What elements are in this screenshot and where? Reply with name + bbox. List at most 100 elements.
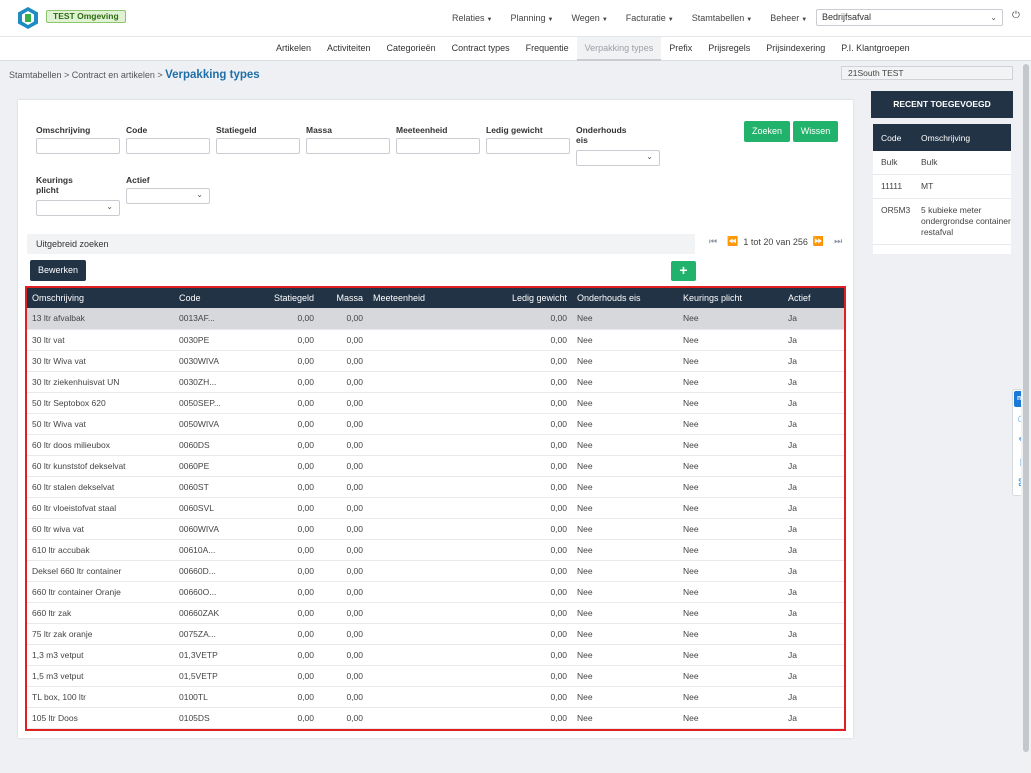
tab-activiteiten[interactable]: Activiteiten xyxy=(319,37,379,61)
recent-header-row: Code Omschrijving xyxy=(873,124,1011,151)
prev-page-icon[interactable]: ⏪ xyxy=(727,236,738,247)
table-cell: 50 ltr Septobox 620 xyxy=(27,392,174,414)
tab-verpakking-types[interactable]: Verpakking types xyxy=(576,37,662,61)
tab-frequentie[interactable]: Frequentie xyxy=(518,37,577,61)
table-cell: 0,00 xyxy=(268,644,319,666)
nav-item-wegen[interactable]: Wegen ▼ xyxy=(571,13,607,23)
breadcrumb-path[interactable]: Stamtabellen > Contract en artikelen > xyxy=(9,70,165,80)
add-button[interactable]: + xyxy=(671,261,696,281)
search-button[interactable]: Zoeken xyxy=(744,121,790,142)
table-cell: 0,00 xyxy=(446,518,572,540)
advanced-search-toggle[interactable]: Uitgebreid zoeken xyxy=(27,234,695,254)
tab-p-i-klantgroepen[interactable]: P.I. Klantgroepen xyxy=(833,37,917,61)
table-cell xyxy=(368,392,446,414)
table-cell: 0050SEP... xyxy=(174,392,268,414)
table-cell xyxy=(368,476,446,498)
recent-cell: 11111 xyxy=(873,174,913,199)
table-row[interactable]: 1,5 m3 vetput 01,5VETP 0,00 0,00 0,00 Nee Nee J… xyxy=(27,665,844,687)
nav-item-relaties[interactable]: Relaties ▼ xyxy=(452,13,492,23)
column-header[interactable]: Meeteenheid xyxy=(368,288,446,308)
table-row[interactable]: 30 ltr vat 0030PE 0,00 0,00 0,00 Nee Nee Ja xyxy=(27,329,844,351)
filter-ledig-gewicht-input[interactable] xyxy=(486,138,570,154)
table-cell: Nee xyxy=(572,329,678,351)
filter-omschrijving-input[interactable] xyxy=(36,138,120,154)
next-page-icon[interactable]: ⏩ xyxy=(813,236,824,247)
filter-keurings-plicht-select[interactable]: ⌄ xyxy=(36,200,120,216)
scrollbar-thumb[interactable] xyxy=(1023,64,1029,752)
table-cell xyxy=(368,686,446,708)
table-row[interactable]: 105 ltr Doos 0105DS 0,00 0,00 0,00 Nee Nee Ja xyxy=(27,707,844,729)
column-header[interactable]: Actief xyxy=(783,288,844,308)
tab-contract-types[interactable]: Contract types xyxy=(444,37,518,61)
company-select[interactable]: Bedrijfsafval ⌄ xyxy=(816,9,1003,26)
logout-icon[interactable]: ⏻ xyxy=(1012,10,1020,21)
column-header[interactable]: Omschrijving xyxy=(27,288,174,308)
nav-item-planning[interactable]: Planning ▼ xyxy=(510,13,553,23)
table-row[interactable]: 60 ltr doos milieubox 0060DS 0,00 0,00 0,00 N… xyxy=(27,434,844,456)
table-row[interactable]: 75 ltr zak oranje 0075ZA... 0,00 0,00 0,00 Ne… xyxy=(27,623,844,645)
table-row[interactable]: 660 ltr container Oranje 00660O... 0,00 0,0… xyxy=(27,581,844,603)
table-cell: 0013AF... xyxy=(174,308,268,330)
table-row[interactable]: 50 ltr Wiva vat 0050WIVA 0,00 0,00 0,00 Nee Ne… xyxy=(27,413,844,435)
nav-item-stamtabellen[interactable]: Stamtabellen ▼ xyxy=(692,13,753,23)
table-row[interactable]: 30 ltr Wiva vat 0030WIVA 0,00 0,00 0,00 Nee Ne… xyxy=(27,350,844,372)
filter-onderhouds-eis-select[interactable]: ⌄ xyxy=(576,150,660,166)
tab-categorie-n[interactable]: Categorieën xyxy=(379,37,444,61)
edit-button[interactable]: Bewerken xyxy=(30,260,86,281)
column-header[interactable]: Code xyxy=(174,288,268,308)
table-cell: 01,3VETP xyxy=(174,644,268,666)
table-cell: 50 ltr Wiva vat xyxy=(27,413,174,435)
column-header[interactable]: Massa xyxy=(319,288,368,308)
table-row[interactable]: TL box, 100 ltr 0100TL 0,00 0,00 0,00 Nee Nee J… xyxy=(27,686,844,708)
table-cell: 01,5VETP xyxy=(174,665,268,687)
filter-actief-select[interactable]: ⌄ xyxy=(126,188,210,204)
table-cell: Nee xyxy=(572,560,678,582)
filter-code-input[interactable] xyxy=(126,138,210,154)
table-row[interactable]: 60 ltr wiva vat 0060WIVA 0,00 0,00 0,00 Nee Ne… xyxy=(27,518,844,540)
table-row[interactable]: 60 ltr kunststof dekselvat 0060PE 0,00 0,00… xyxy=(27,455,844,477)
first-page-icon[interactable]: ⏮ xyxy=(709,236,717,247)
nav-item-beheer[interactable]: Beheer ▼ xyxy=(770,13,807,23)
column-header[interactable]: Ledig gewicht xyxy=(446,288,572,308)
table-row[interactable]: 60 ltr vloeistofvat staal 0060SVL 0,00 0,00… xyxy=(27,497,844,519)
table-row[interactable]: Deksel 660 ltr container 00660D... 0,00 0,0… xyxy=(27,560,844,582)
table-row[interactable]: 13 ltr afvalbak 0013AF... 0,00 0,00 0,00 Nee N… xyxy=(27,308,844,330)
filter-meeteenheid-input[interactable] xyxy=(396,138,480,154)
last-page-icon[interactable]: ⏭ xyxy=(834,236,842,247)
recent-row[interactable]: Bulk Bulk xyxy=(873,151,1011,175)
filter-label-onderhouds-line1: Onderhouds xyxy=(576,125,627,135)
table-cell: Ja xyxy=(783,371,844,393)
table-row[interactable]: 50 ltr Septobox 620 0050SEP... 0,00 0,00 0,0… xyxy=(27,392,844,414)
table-cell: 0,00 xyxy=(319,455,368,477)
filter-statiegeld-input[interactable] xyxy=(216,138,300,154)
table-cell: 0050WIVA xyxy=(174,413,268,435)
clear-button[interactable]: Wissen xyxy=(793,121,838,142)
tab-artikelen[interactable]: Artikelen xyxy=(268,37,319,61)
nav-item-facturatie[interactable]: Facturatie ▼ xyxy=(626,13,674,23)
recent-row[interactable]: OR5M3 5 kubieke meter ondergrondse contai… xyxy=(873,198,1011,245)
app-logo[interactable] xyxy=(17,6,39,30)
column-header[interactable]: Onderhouds eis xyxy=(572,288,678,308)
table-cell: 60 ltr kunststof dekselvat xyxy=(27,455,174,477)
tab-prijsindexering[interactable]: Prijsindexering xyxy=(758,37,833,61)
column-header[interactable]: Statiegeld xyxy=(268,288,319,308)
pagination-text: 1 tot 20 van 256 xyxy=(743,236,808,247)
table-cell: 0,00 xyxy=(268,350,319,372)
chevron-down-icon: ⌄ xyxy=(196,190,203,199)
environment-badge: TEST Omgeving xyxy=(46,10,126,23)
table-cell: 0,00 xyxy=(319,581,368,603)
recent-row[interactable]: 11111 MT xyxy=(873,174,1011,199)
tab-prijsregels[interactable]: Prijsregels xyxy=(700,37,758,61)
table-cell: 0,00 xyxy=(446,707,572,729)
table-row[interactable]: 660 ltr zak 00660ZAK 0,00 0,00 0,00 Nee Nee Ja xyxy=(27,602,844,624)
table-cell: 0,00 xyxy=(446,665,572,687)
table-cell: Nee xyxy=(678,455,783,477)
table-row[interactable]: 1,3 m3 vetput 01,3VETP 0,00 0,00 0,00 Nee Nee J… xyxy=(27,644,844,666)
table-row[interactable]: 60 ltr stalen dekselvat 0060ST 0,00 0,00 0,0… xyxy=(27,476,844,498)
table-row[interactable]: 30 ltr ziekenhuisvat UN 0030ZH... 0,00 0,00… xyxy=(27,371,844,393)
tab-prefix[interactable]: Prefix xyxy=(661,37,700,61)
table-row[interactable]: 610 ltr accubak 00610A... 0,00 0,00 0,00 Nee N… xyxy=(27,539,844,561)
column-header[interactable]: Keurings plicht xyxy=(678,288,783,308)
filter-massa-input[interactable] xyxy=(306,138,390,154)
table-cell: 0,00 xyxy=(446,329,572,351)
